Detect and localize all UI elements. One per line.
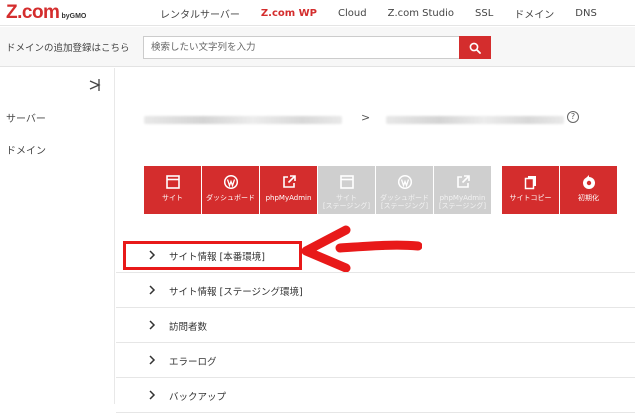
- section-label: バックアップ: [169, 392, 227, 403]
- window-icon: [339, 175, 354, 189]
- nav-item-4[interactable]: SSL: [475, 8, 493, 19]
- domain-search-bar: ドメインの追加登録はこちら: [0, 27, 635, 67]
- wordpress-icon: [397, 174, 412, 190]
- breadcrumb-separator: >: [361, 111, 371, 124]
- logo-sub: byGMO: [61, 13, 87, 20]
- nav-item-6[interactable]: DNS: [575, 8, 597, 19]
- toolbar-button-label: ダッシュボード: [206, 194, 255, 202]
- main-nav: レンタルサーバー Z.com WP Cloud Z.com Studio SSL ドメイン…: [160, 0, 618, 26]
- search-button[interactable]: [459, 36, 491, 59]
- search-input[interactable]: [143, 36, 460, 59]
- nav-item-5[interactable]: ドメイン: [514, 6, 554, 21]
- chevron-right-icon: [149, 320, 156, 330]
- highlight-box: [123, 241, 302, 270]
- reset-icon: [582, 175, 595, 189]
- external-link-icon: [282, 175, 296, 188]
- section-label: サイト情報 [ステージング環境]: [169, 287, 303, 298]
- red-arrow-annotation: [301, 225, 422, 272]
- section-label: 訪問者数: [169, 322, 208, 333]
- sidebar-item-server[interactable]: サーバー: [6, 110, 46, 125]
- toolbar-button-5: phpMyAdmin [ステージング]: [434, 166, 491, 214]
- section-row-3[interactable]: エラーログ: [116, 343, 635, 378]
- nav-item-3[interactable]: Z.com Studio: [388, 8, 454, 19]
- toolbar-button-4: ダッシュボード [ステージング]: [376, 166, 433, 214]
- chevron-right-icon: [149, 285, 156, 295]
- collapse-icon[interactable]: [88, 78, 102, 92]
- help-icon[interactable]: ?: [567, 111, 579, 123]
- search-label: ドメインの追加登録はこちら: [6, 43, 130, 54]
- chevron-right-icon: [149, 355, 156, 365]
- nav-item-1[interactable]: Z.com WP: [261, 8, 317, 19]
- section-row-4[interactable]: バックアップ: [116, 378, 635, 413]
- toolbar-button-label: ダッシュボード [ステージング]: [380, 194, 429, 210]
- toolbar-button-label: サイト: [162, 194, 183, 202]
- toolbar-button-6[interactable]: サイトコピー: [502, 166, 559, 214]
- external-link-icon: [456, 175, 470, 188]
- search-icon: [469, 42, 481, 54]
- window-icon: [165, 175, 180, 189]
- sidebar-item-domain[interactable]: ドメイン: [6, 142, 46, 157]
- section-row-1[interactable]: サイト情報 [ステージング環境]: [116, 273, 635, 308]
- toolbar-button-1[interactable]: ダッシュボード: [202, 166, 259, 214]
- toolbar-button-label: phpMyAdmin [ステージング]: [438, 194, 487, 210]
- site-toolbar: サイト ダッシュボード phpMyAdmin サイト [ステージング] ダッシュボード …: [144, 166, 492, 214]
- toolbar-button-label: 初期化: [578, 194, 599, 202]
- nav-item-0[interactable]: レンタルサーバー: [160, 6, 240, 21]
- toolbar-button-3: サイト [ステージング]: [318, 166, 375, 214]
- copy-icon: [524, 176, 536, 190]
- toolbar-button-label: サイトコピー: [509, 194, 552, 202]
- wordpress-icon: [223, 174, 238, 190]
- toolbar-button-label: サイト [ステージング]: [322, 194, 371, 210]
- toolbar-button-0[interactable]: サイト: [144, 166, 201, 214]
- site-actions-toolbar: サイトコピー 初期化: [502, 166, 618, 214]
- toolbar-button-2[interactable]: phpMyAdmin: [260, 166, 317, 214]
- nav-item-2[interactable]: Cloud: [338, 8, 367, 19]
- logo-main: Z.com: [6, 2, 60, 23]
- top-navigation: Z.com byGMO レンタルサーバー Z.com WP Cloud Z.com S…: [0, 0, 635, 26]
- breadcrumb-blurred-site: [386, 116, 564, 124]
- section-row-2[interactable]: 訪問者数: [116, 308, 635, 343]
- section-label: エラーログ: [169, 357, 217, 368]
- breadcrumb-blurred-server[interactable]: [144, 116, 342, 124]
- brand-logo[interactable]: Z.com byGMO: [6, 2, 87, 23]
- toolbar-button-7[interactable]: 初期化: [560, 166, 617, 214]
- sidebar: サーバー ドメイン: [0, 68, 115, 404]
- chevron-right-icon: [149, 390, 156, 400]
- toolbar-button-label: phpMyAdmin: [265, 194, 312, 202]
